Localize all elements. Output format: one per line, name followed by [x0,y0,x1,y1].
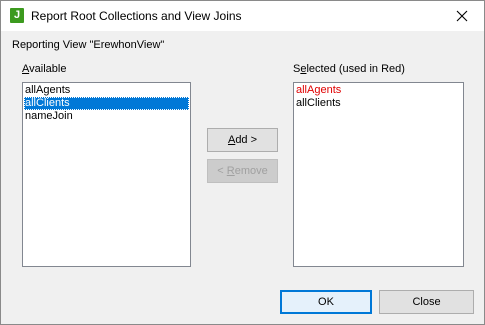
selected-label: Selected (used in Red) [293,63,405,75]
dialog-window: J Report Root Collections and View Joins… [0,0,485,325]
list-item[interactable]: allClients [24,97,189,110]
list-item[interactable]: allClients [295,97,462,110]
available-label-post: vailable [29,63,67,75]
list-item[interactable]: allAgents [295,84,462,97]
list-item[interactable]: allAgents [24,84,189,97]
available-label: Available [22,63,66,75]
selected-listbox[interactable]: allAgents allClients [293,82,464,267]
close-button[interactable]: Close [379,290,474,314]
close-window-button[interactable] [440,1,484,31]
remove-prefix: < [217,165,227,177]
title-bar: J Report Root Collections and View Joins [1,1,484,31]
add-label: dd > [235,134,258,146]
app-icon: J [10,8,24,23]
remove-mnemonic: R [226,165,235,177]
add-button[interactable]: Add > [207,128,278,152]
dialog-title: Report Root Collections and View Joins [31,9,242,23]
ok-label: OK [318,296,334,308]
remove-label: emove [234,165,268,177]
remove-button[interactable]: < Remove [207,159,278,183]
reporting-view-label: Reporting View "ErewhonView" [12,39,165,51]
close-icon [456,10,468,22]
list-item[interactable]: nameJoin [24,110,189,123]
available-listbox[interactable]: allAgents allClients nameJoin [22,82,191,267]
add-mnemonic: A [227,134,236,146]
close-label: Close [412,296,441,308]
ok-button[interactable]: OK [280,290,372,314]
selected-label-post: lected (used in Red) [306,63,405,75]
